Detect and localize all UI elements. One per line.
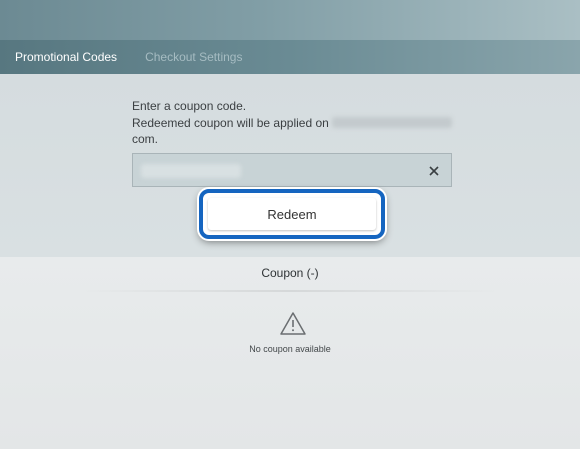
instruction-line-1: Enter a coupon code. — [132, 99, 247, 113]
warning-triangle-icon — [279, 311, 307, 336]
instruction-line-2: Redeemed coupon will be applied on — [132, 115, 462, 132]
coupon-code-input[interactable] — [137, 158, 413, 184]
empty-state-message: No coupon available — [249, 344, 331, 354]
tab-promotional-codes[interactable]: Promotional Codes — [15, 50, 117, 64]
close-icon[interactable] — [425, 162, 443, 180]
divider — [80, 290, 500, 292]
coupon-instructions: Enter a coupon code. Redeemed coupon wil… — [132, 98, 462, 148]
coupon-list-header: Coupon (-) — [261, 266, 319, 280]
tab-bar: Promotional Codes Checkout Settings — [0, 40, 580, 74]
top-banner — [0, 0, 580, 40]
instruction-line-3: com. — [132, 132, 159, 146]
instruction-line-2-text: Redeemed coupon will be applied on — [132, 115, 329, 130]
redacted-email — [332, 116, 453, 128]
coupon-input-field — [132, 153, 452, 187]
tab-checkout-settings[interactable]: Checkout Settings — [145, 50, 242, 64]
redeem-button[interactable]: Redeem — [208, 198, 376, 230]
redeem-focus-ring: Redeem — [199, 189, 385, 239]
